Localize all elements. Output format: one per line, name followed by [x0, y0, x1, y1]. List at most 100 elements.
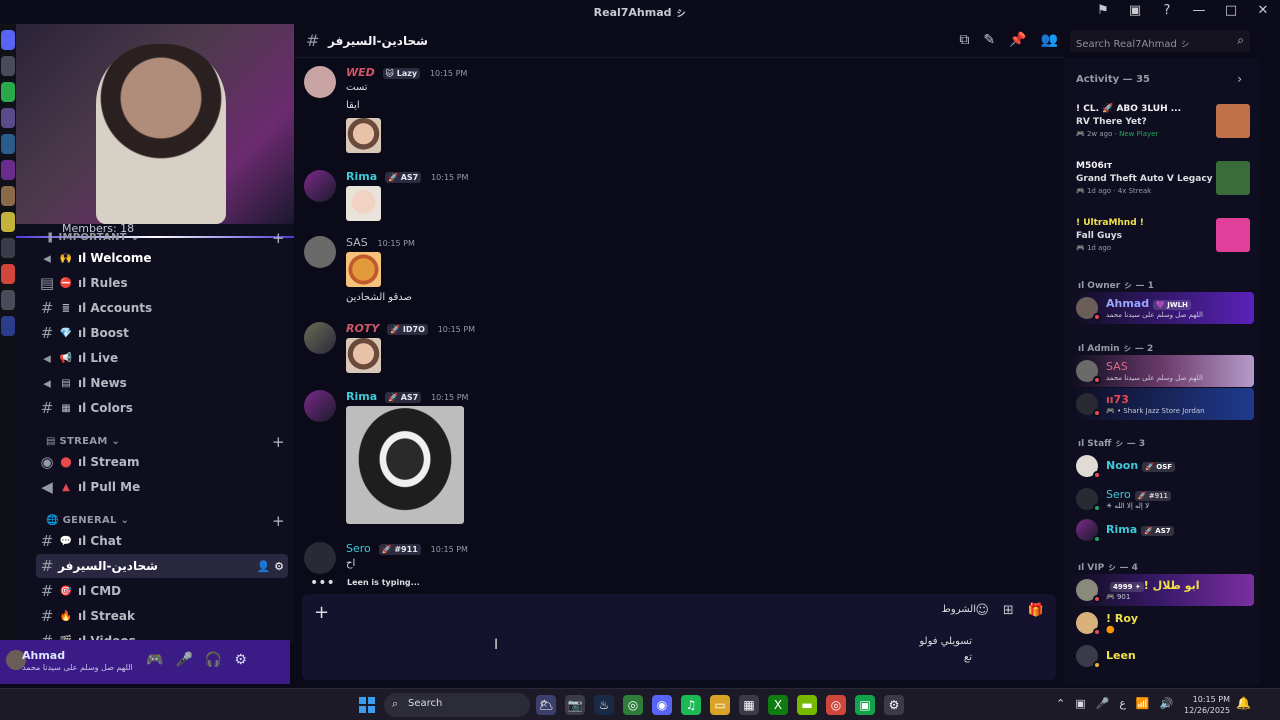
server-icon[interactable] — [1, 238, 15, 258]
sticker-image[interactable] — [346, 252, 381, 287]
taskbar-app-icon[interactable]: ▦ — [739, 695, 759, 715]
user-settings-icon[interactable]: ⚙ — [234, 652, 247, 668]
server-icon[interactable] — [1, 212, 15, 232]
server-icon[interactable] — [1, 56, 15, 76]
add-channel-icon[interactable]: + — [272, 229, 285, 247]
message-author[interactable]: Rima — [346, 170, 377, 183]
sticker-image[interactable] — [346, 186, 381, 221]
channel-rules[interactable]: ▤ ⛔ ıl Rules — [36, 271, 288, 295]
chevron-up-icon[interactable]: ⌃ — [1056, 697, 1065, 710]
channel-boost[interactable]: # 💎 ıl Boost — [36, 321, 288, 345]
taskbar-app-icon[interactable]: ◎ — [826, 695, 846, 715]
member-sero[interactable]: Sero 🚀 #911 ☀ لا إله إلا الله — [1072, 483, 1254, 515]
server-icon[interactable] — [1, 82, 15, 102]
channel-chat[interactable]: # 💬 ıl Chat — [36, 529, 288, 553]
language-indicator[interactable]: ع — [1119, 697, 1126, 710]
attach-button[interactable]: + — [314, 602, 329, 623]
chevron-right-icon[interactable]: › — [1237, 72, 1242, 86]
channel-stream[interactable]: ◉ ⬤ ıl Stream — [36, 450, 288, 474]
member-rima[interactable]: Rima 🚀 AS7 — [1072, 514, 1254, 546]
server-icon[interactable] — [1, 290, 15, 310]
threads-icon[interactable]: ⧉ — [959, 32, 969, 48]
taskbar-app-icon[interactable]: ◉ — [652, 695, 672, 715]
avatar[interactable] — [304, 322, 336, 354]
activity-card[interactable]: ! CL. 🚀 ABO 3LUH ... RV There Yet? 🎮 2w … — [1076, 104, 1254, 138]
member-ahmad[interactable]: Ahmad 💜 JWLH اللهم صل وسلم على سيدنا محمد — [1072, 292, 1254, 324]
minimize-button[interactable]: — — [1190, 3, 1208, 18]
volume-icon[interactable]: 🔊 — [1160, 697, 1174, 710]
avatar[interactable] — [304, 170, 336, 202]
avatar[interactable] — [304, 542, 336, 574]
clock[interactable]: 10:15 PM 12/26/2025 — [1184, 694, 1230, 716]
member-sas[interactable]: SAS اللهم صل وسلم على سيدنا محمد — [1072, 355, 1254, 387]
channel-accounts[interactable]: # ≣ ıl Accounts — [36, 296, 288, 320]
member-roy[interactable]: ! Roy 🟠 — [1072, 607, 1254, 639]
deafen-icon[interactable]: 🎧 — [205, 652, 222, 668]
category-important[interactable]: ❚ IMPORTANT ⌄ + — [46, 229, 285, 247]
channel-settings-icon[interactable]: 👤 ⚙ — [257, 560, 284, 573]
taskbar-app-icon[interactable]: ◎ — [623, 695, 643, 715]
message-author[interactable]: SAS — [346, 236, 368, 249]
category-general[interactable]: 🌐 GENERAL ⌄ + — [46, 512, 285, 530]
help-icon[interactable]: ? — [1158, 3, 1176, 18]
emoji-icon[interactable]: ☺ — [975, 603, 989, 618]
message-composer[interactable]: + الشروط ☺ ⊞ 🎁 تسويلي فولو تع — [302, 594, 1056, 680]
server-icon[interactable] — [1, 316, 15, 336]
activity-card[interactable]: M506ıт Grand Theft Auto V Legacy 🎮 1d ag… — [1076, 161, 1254, 195]
avatar[interactable] — [304, 236, 336, 268]
channel-active[interactable]: # شحادين-السيرفر 👤 ⚙ — [36, 554, 288, 578]
member-list-icon[interactable]: 👥 — [1041, 32, 1058, 48]
sticker-image[interactable] — [346, 338, 381, 373]
message-author[interactable]: WED — [346, 66, 375, 79]
member-73[interactable]: ıı73 🎮 • Shark Jazz Store Jordan — [1072, 388, 1254, 420]
activity-card[interactable]: ! UltraMhnd ! Fall Guys 🎮 1d ago — [1076, 218, 1254, 252]
taskbar-app-icon[interactable]: ▬ — [797, 695, 817, 715]
server-icon[interactable] — [1, 160, 15, 180]
taskbar-search[interactable]: ⌕ Search — [384, 693, 530, 717]
server-icon[interactable] — [1, 186, 15, 206]
server-icon[interactable] — [1, 108, 15, 128]
maximize-button[interactable]: □ — [1222, 3, 1240, 18]
taskbar-app-icon[interactable]: ♫ — [681, 695, 701, 715]
taskbar-app-icon[interactable]: X — [768, 695, 788, 715]
taskbar-app-icon[interactable]: 📷 — [565, 695, 585, 715]
channel-live[interactable]: ◂ 📢 ıl Live — [36, 346, 288, 370]
activity-icon[interactable]: 🎮 — [146, 652, 163, 668]
taskbar-app-icon[interactable]: ⚙ — [884, 695, 904, 715]
server-icon[interactable] — [1, 134, 15, 154]
channel-streak[interactable]: # 🔥 ıl Streak — [36, 604, 288, 628]
category-stream[interactable]: ▤ STREAM ⌄ + — [46, 433, 285, 451]
message-author[interactable]: ROTY — [346, 322, 379, 335]
microphone-icon[interactable]: 🎤 — [1096, 697, 1110, 710]
taskbar-app-icon[interactable]: ▣ — [855, 695, 875, 715]
add-channel-icon[interactable]: + — [272, 512, 285, 530]
member-leen[interactable]: Leen — [1072, 640, 1254, 672]
notifications-icon[interactable]: ✎ — [983, 32, 995, 48]
windows-start-icon[interactable] — [359, 697, 375, 713]
avatar[interactable] — [304, 66, 336, 98]
close-button[interactable]: ✕ — [1254, 3, 1272, 18]
channel-cmd[interactable]: # 🎯 ıl CMD — [36, 579, 288, 603]
tray-app-icon[interactable]: ▣ — [1075, 697, 1085, 710]
member-abu-talal[interactable]: ابو طلال !✦ 4999 🎮 901 — [1072, 574, 1254, 606]
pin-icon[interactable]: 📌 — [1009, 32, 1026, 48]
sticker-image[interactable] — [346, 118, 381, 153]
member-noon[interactable]: Noon 🚀 OSF — [1072, 450, 1254, 482]
notification-bell-icon[interactable]: 🔔 — [1236, 696, 1251, 710]
message-author[interactable]: Sero — [346, 542, 371, 555]
add-channel-icon[interactable]: + — [272, 433, 285, 451]
flag-icon[interactable]: ⚑ — [1094, 3, 1112, 18]
wifi-icon[interactable]: 📶 — [1136, 697, 1150, 710]
gift-icon[interactable]: 🎁 — [1028, 603, 1044, 618]
image-attachment[interactable] — [346, 406, 464, 524]
avatar[interactable] — [304, 390, 336, 422]
inbox-icon[interactable]: ▣ — [1126, 3, 1144, 18]
search-input[interactable]: Search Real7Ahmad ㇱ ⌕ — [1070, 30, 1250, 52]
taskbar-app-icon[interactable]: ▭ — [710, 695, 730, 715]
server-icon[interactable] — [1, 264, 15, 284]
taskbar-app-icon[interactable]: ♨ — [594, 695, 614, 715]
channel-pull-me[interactable]: ◀ ▲ ıl Pull Me — [36, 475, 288, 499]
channel-welcome[interactable]: ◂ 🙌 ıl Welcome — [36, 246, 288, 270]
channel-colors[interactable]: # ▦ ıl Colors — [36, 396, 288, 420]
server-icon[interactable] — [1, 30, 15, 50]
